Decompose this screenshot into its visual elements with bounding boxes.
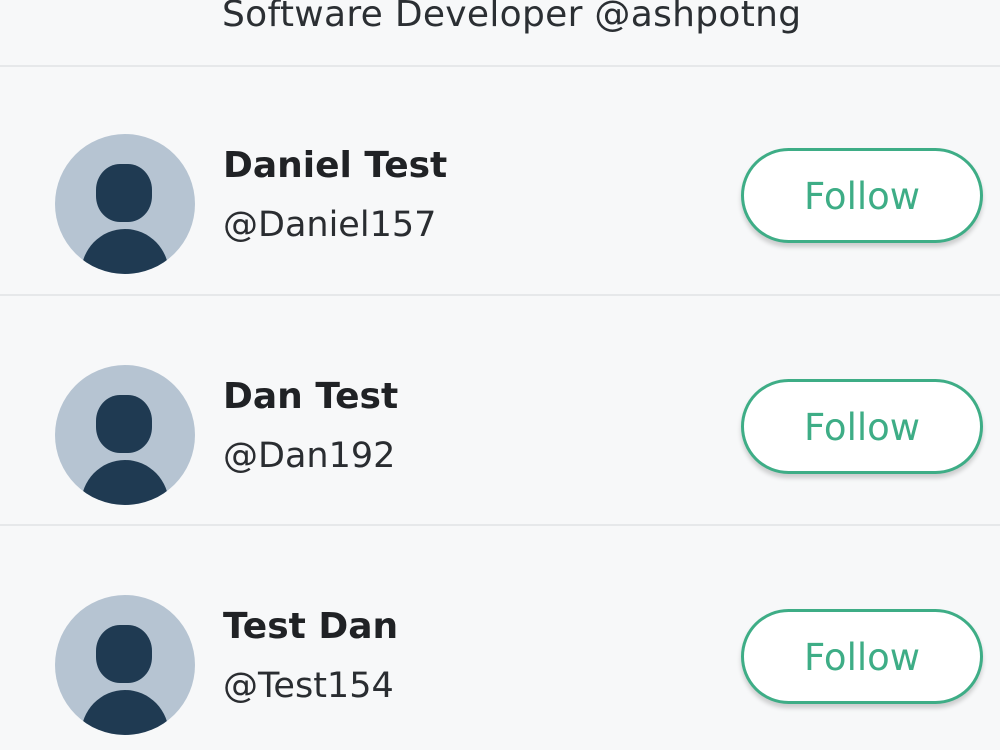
- user-list-screen: Software Developer @ashpotng Daniel Test…: [0, 0, 1000, 750]
- user-silhouette-icon: [81, 625, 169, 735]
- user-list-item[interactable]: Test Dan @Test154 Follow: [0, 526, 1000, 750]
- follow-button[interactable]: Follow: [741, 379, 983, 474]
- user-handle: @Daniel157: [223, 205, 437, 245]
- avatar[interactable]: [55, 595, 195, 735]
- user-handle: @Test154: [223, 666, 394, 706]
- user-name[interactable]: Daniel Test: [223, 144, 447, 188]
- user-list-item[interactable]: Dan Test @Dan192 Follow: [0, 296, 1000, 524]
- avatar[interactable]: [55, 365, 195, 505]
- user-handle: @Dan192: [223, 436, 396, 476]
- user-silhouette-icon: [81, 395, 169, 505]
- previous-user-bio: Software Developer @ashpotng: [222, 0, 802, 35]
- user-name[interactable]: Test Dan: [223, 605, 398, 649]
- avatar[interactable]: [55, 134, 195, 274]
- user-list-item[interactable]: Daniel Test @Daniel157 Follow: [0, 67, 1000, 295]
- follow-button[interactable]: Follow: [741, 148, 983, 243]
- user-silhouette-icon: [81, 164, 169, 274]
- user-name[interactable]: Dan Test: [223, 375, 398, 419]
- follow-button[interactable]: Follow: [741, 609, 983, 704]
